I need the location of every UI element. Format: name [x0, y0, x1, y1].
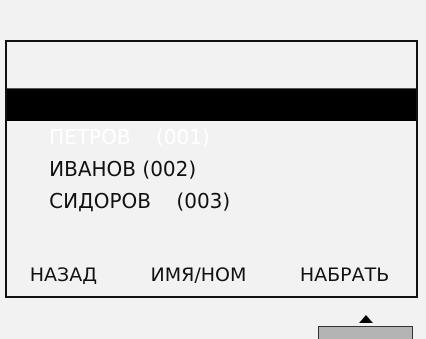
softkey-name-number[interactable]: ИМЯ/НОМ: [151, 264, 247, 286]
softkey-bar: НАЗАД ИМЯ/НОМ НАБРАТЬ: [7, 264, 416, 286]
contact-spacer: [151, 189, 176, 213]
scroll-indicator[interactable]: [318, 312, 413, 339]
contact-spacer: [131, 125, 156, 149]
contact-number: (003): [176, 189, 231, 213]
up-arrow-icon: [359, 315, 373, 323]
phone-display: ПЕТРОВ (001) ИВАНОВ (002) СИДОРОВ (003) …: [5, 40, 418, 298]
contact-name: ПЕТРОВ: [49, 125, 131, 149]
contact-number: (001): [156, 125, 210, 149]
softkey-dial[interactable]: НАБРАТЬ: [300, 264, 389, 286]
softkey-back[interactable]: НАЗАД: [30, 264, 97, 286]
scroll-indicator-bar: [318, 326, 413, 339]
contact-row-petrov[interactable]: ПЕТРОВ (001): [7, 89, 416, 149]
contact-list: ПЕТРОВ (001) ИВАНОВ (002) СИДОРОВ (003): [7, 89, 416, 213]
contact-number: (002): [142, 157, 197, 181]
display-header: [7, 42, 416, 89]
contact-name: ИВАНОВ: [49, 157, 137, 181]
contact-name: СИДОРОВ: [49, 189, 151, 213]
